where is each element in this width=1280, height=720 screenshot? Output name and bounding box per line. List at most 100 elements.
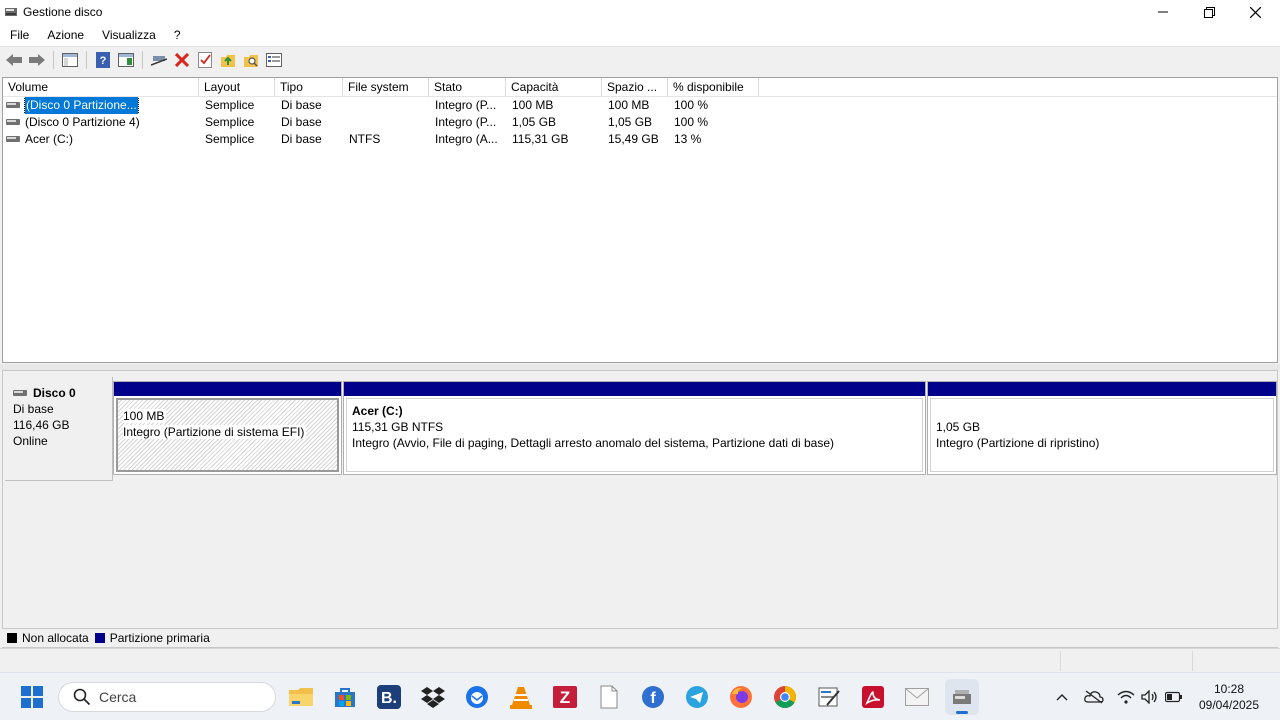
chrome-icon[interactable] <box>771 683 799 711</box>
status-bar <box>0 648 1280 672</box>
partition-color-bar <box>114 382 341 396</box>
vlc-icon[interactable] <box>507 683 535 711</box>
partition-c[interactable]: Acer (C:) 115,31 GB NTFS Integro (Avvio,… <box>343 381 926 475</box>
start-windows-icon[interactable] <box>18 683 46 711</box>
table-row[interactable]: Acer (C:) Semplice Di base NTFS Integro … <box>3 131 1277 148</box>
partition-size: 1,05 GB <box>936 420 981 434</box>
drive-icon <box>6 118 20 127</box>
stato-cell: Integro (P... <box>435 115 497 129</box>
layout-cell: Semplice <box>205 98 255 112</box>
disk-label[interactable]: Disco 0 Di base 116,46 GB Online <box>5 377 113 481</box>
partition-color-bar <box>928 382 1276 396</box>
disk-management-app-icon <box>4 6 18 18</box>
close-button[interactable] <box>1232 0 1278 24</box>
telegram-icon[interactable] <box>683 683 711 711</box>
column-header-spazio[interactable]: Spazio ... <box>602 78 668 97</box>
capacita-cell: 1,05 GB <box>512 115 557 129</box>
spazio-cell: 100 MB <box>608 98 650 112</box>
folder-search-icon[interactable] <box>241 50 261 70</box>
svg-text:B.: B. <box>381 690 397 707</box>
partition-size: 115,31 GB NTFS <box>352 420 444 434</box>
legend-swatch-primary <box>94 633 105 643</box>
perc-cell: 100 % <box>674 115 709 129</box>
title-bar: Gestione disco <box>0 0 1280 24</box>
connect-drive-icon[interactable] <box>149 50 169 70</box>
delete-icon[interactable] <box>172 50 192 70</box>
maximize-button[interactable] <box>1186 0 1232 24</box>
checkmark-icon[interactable] <box>195 50 215 70</box>
volume-cell: (Disco 0 Partizione... <box>3 97 199 114</box>
minimize-button[interactable] <box>1140 0 1186 24</box>
fedora-media-writer-icon[interactable]: f <box>639 683 667 711</box>
volume-icon[interactable] <box>1140 687 1160 707</box>
partition-title: Acer (C:) <box>352 404 403 418</box>
partition-body: Acer (C:) 115,31 GB NTFS Integro (Avvio,… <box>346 398 923 472</box>
editor-icon[interactable] <box>815 683 843 711</box>
search-box[interactable]: Cerca <box>58 682 276 712</box>
layout-cell: Semplice <box>205 132 255 146</box>
battery-icon[interactable] <box>1164 687 1184 707</box>
partition-recovery[interactable]: 1,05 GB Integro (Partizione di ripristin… <box>927 381 1277 475</box>
column-header-disponibile[interactable]: % disponibile <box>668 78 759 97</box>
clock-date: 09/04/2025 <box>1198 698 1260 712</box>
fs-cell <box>343 97 429 114</box>
tipo-cell: Di base <box>281 115 322 129</box>
file-explorer-icon[interactable] <box>287 683 315 711</box>
drive-icon <box>6 135 20 144</box>
thunderbird-icon[interactable] <box>463 683 491 711</box>
firefox-icon[interactable] <box>727 683 755 711</box>
help-icon[interactable]: ? <box>93 50 113 70</box>
capacita-cell: 100 MB <box>512 98 554 112</box>
menu-visualizza[interactable]: Visualizza <box>92 28 164 42</box>
partition-status: Integro (Avvio, File di paging, Dettagli… <box>352 436 835 450</box>
acrobat-icon[interactable] <box>859 683 887 711</box>
partition-body: 1,05 GB Integro (Partizione di ripristin… <box>930 398 1274 472</box>
partition-status: Integro (Partizione di sistema EFI) <box>123 425 307 439</box>
clock[interactable]: 10:28 09/04/2025 <box>1184 681 1274 713</box>
search-icon <box>73 688 91 706</box>
table-row[interactable]: (Disco 0 Partizione 4) Semplice Di base … <box>3 114 1277 131</box>
console-tree-icon[interactable] <box>60 50 80 70</box>
taskbar: Cerca B. Z f 10:28 09/04/2025 <box>0 672 1280 720</box>
volume-list[interactable]: Volume Layout Tipo File system Stato Cap… <box>2 77 1278 363</box>
fs-cell <box>343 114 429 131</box>
disk-size: 116,46 GB <box>13 418 70 432</box>
back-arrow-icon[interactable] <box>4 50 24 70</box>
volume-cell: (Disco 0 Partizione 4) <box>3 114 199 131</box>
column-header-file-system[interactable]: File system <box>343 78 429 97</box>
column-header-layout[interactable]: Layout <box>199 78 275 97</box>
forward-arrow-icon[interactable] <box>27 50 47 70</box>
z-app-icon[interactable]: Z <box>551 683 579 711</box>
spazio-cell: 1,05 GB <box>608 115 653 129</box>
wifi-icon[interactable] <box>1116 687 1136 707</box>
menu-file[interactable]: File <box>0 28 37 42</box>
stato-cell: Integro (A... <box>435 132 498 146</box>
disk-type: Di base <box>13 402 54 416</box>
menu-azione[interactable]: Azione <box>37 28 92 42</box>
dropbox-icon[interactable] <box>419 683 447 711</box>
folder-up-icon[interactable] <box>218 50 238 70</box>
partition-efi[interactable]: 100 MB Integro (Partizione di sistema EF… <box>113 381 342 475</box>
partition-size: 100 MB <box>123 409 167 423</box>
chevron-up-icon[interactable] <box>1052 687 1072 707</box>
menu-help[interactable]: ? <box>164 28 189 42</box>
column-header-volume[interactable]: Volume <box>3 78 199 97</box>
b-app-icon[interactable]: B. <box>375 683 403 711</box>
disk-icon <box>13 389 27 398</box>
fs-cell: NTFS <box>349 132 381 146</box>
table-row[interactable]: (Disco 0 Partizione... Semplice Di base … <box>3 97 1277 114</box>
onedrive-icon[interactable] <box>1084 687 1104 707</box>
status-segment <box>1060 651 1192 671</box>
column-header-stato[interactable]: Stato <box>429 78 506 97</box>
column-header-tipo[interactable]: Tipo <box>275 78 343 97</box>
clock-time: 10:28 <box>1213 682 1245 696</box>
document-icon[interactable] <box>595 683 623 711</box>
drive-icon <box>6 101 20 110</box>
volume-list-header: Volume Layout Tipo File system Stato Cap… <box>3 78 1277 97</box>
properties-icon[interactable] <box>264 50 284 70</box>
mail-icon[interactable] <box>903 683 931 711</box>
store-icon[interactable] <box>331 683 359 711</box>
properties-pane-icon[interactable] <box>116 50 136 70</box>
disk-management-taskbar-icon[interactable] <box>945 679 979 715</box>
column-header-capacita[interactable]: Capacità <box>506 78 602 97</box>
